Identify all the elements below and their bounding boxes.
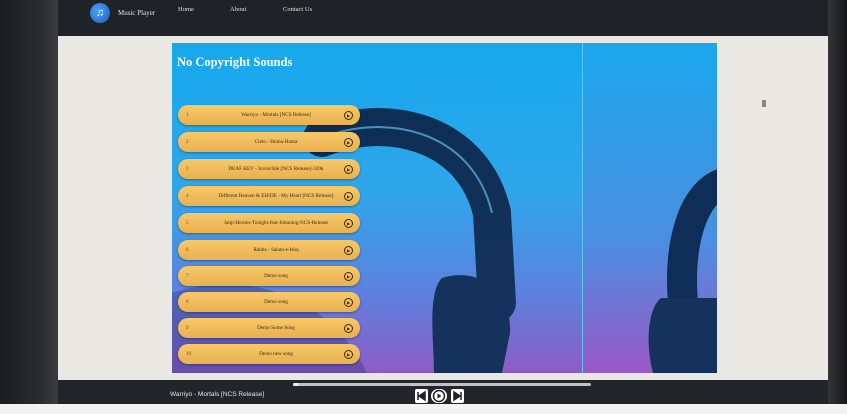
song-number: 1: [186, 112, 189, 118]
song-item[interactable]: 7 Demo song ▶: [178, 266, 360, 286]
progress-bar[interactable]: [293, 383, 591, 386]
song-item[interactable]: 2 Cielo - Huma-Huma ▶: [178, 132, 360, 152]
progress-fill: [293, 383, 299, 386]
play-circle-icon[interactable]: ▶: [344, 137, 353, 147]
brand-name: Music Player: [118, 9, 156, 17]
song-number: 2: [186, 139, 189, 145]
play-circle-icon[interactable]: ▶: [344, 245, 353, 255]
song-item[interactable]: 10 Demo new song ▶: [178, 344, 360, 364]
song-number: 5: [186, 220, 189, 226]
song-number: 4: [186, 193, 189, 199]
song-title: Demo song: [264, 299, 288, 305]
song-title: Warriyo - Mortals [NCS Release]: [241, 112, 311, 118]
play-circle-icon[interactable]: ▶: [344, 110, 353, 120]
song-title: Demo Some Song: [257, 325, 295, 331]
skip-previous-icon[interactable]: [415, 389, 428, 403]
music-note-icon: ♫: [90, 3, 110, 23]
song-title: DEAF KEV - Invincible [NCS Release]-320k: [228, 166, 324, 172]
monitor-bezel-left: [0, 0, 58, 414]
song-number: 8: [186, 299, 189, 305]
brand[interactable]: ♫ Music Player: [90, 3, 155, 23]
song-item[interactable]: 1 Warriyo - Mortals [NCS Release] ▶: [178, 105, 360, 125]
play-circle-icon[interactable]: ▶: [344, 323, 353, 333]
play-circle-icon[interactable]: ▶: [344, 271, 353, 281]
song-number: 10: [186, 351, 191, 357]
nav-link-home[interactable]: Home: [178, 6, 194, 13]
song-title: Rabba - Salam-e-Ishq: [253, 247, 299, 253]
banner-title: No Copyright Sounds: [177, 55, 293, 69]
song-title: Cielo - Huma-Huma: [254, 139, 298, 145]
play-icon[interactable]: [431, 389, 447, 403]
song-item[interactable]: 6 Rabba - Salam-e-Ishq ▶: [178, 240, 360, 260]
skip-next-icon[interactable]: [451, 389, 464, 403]
song-title: Demo song: [264, 273, 288, 279]
play-circle-icon[interactable]: ▶: [344, 218, 353, 228]
play-circle-icon[interactable]: ▶: [344, 164, 353, 174]
song-title: Demo new song: [259, 351, 293, 357]
song-number: 6: [186, 247, 189, 253]
play-circle-icon[interactable]: ▶: [344, 191, 353, 201]
song-item[interactable]: 9 Demo Some Song ▶: [178, 318, 360, 338]
play-circle-icon[interactable]: ▶: [344, 297, 353, 307]
monitor-bezel-bottom: [0, 404, 847, 414]
mouse-cursor: [762, 100, 766, 107]
song-item[interactable]: 3 DEAF KEV - Invincible [NCS Release]-32…: [178, 159, 360, 179]
song-title: Janji-Heroes-Tonight-feat-Johnning-NCS-R…: [224, 220, 328, 226]
song-number: 7: [186, 273, 189, 279]
hero-banner: No Copyright Sounds 1 Warriyo - Mortals …: [172, 43, 717, 373]
song-title: Different Heaven & EH!DE - My Heart [NCS…: [218, 193, 334, 199]
top-navbar: ♫ Music Player Home About Contact Us: [58, 0, 828, 36]
banner-right-panel: [582, 43, 717, 373]
headphones-illustration-right: [648, 169, 717, 373]
song-item[interactable]: 4 Different Heaven & EH!DE - My Heart [N…: [178, 186, 360, 206]
now-playing-title: Warriyo - Mortals [NCS Release]: [170, 391, 265, 398]
song-number: 9: [186, 325, 189, 331]
play-circle-icon[interactable]: ▶: [344, 349, 353, 359]
song-item[interactable]: 5 Janji-Heroes-Tonight-feat-Johnning-NCS…: [178, 213, 360, 233]
song-item[interactable]: 8 Demo song ▶: [178, 292, 360, 312]
song-number: 3: [186, 166, 189, 172]
nav-link-contact[interactable]: Contact Us: [283, 6, 312, 13]
nav-link-about[interactable]: About: [230, 6, 246, 13]
monitor-bezel-right: [825, 0, 847, 414]
